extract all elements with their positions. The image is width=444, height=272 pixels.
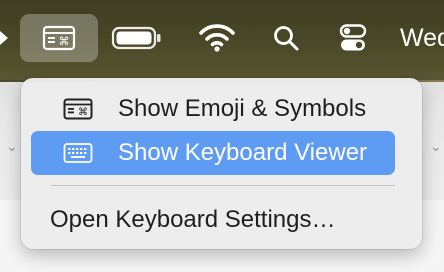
- menubar-clock[interactable]: Wed: [400, 14, 444, 62]
- svg-text:⌘: ⌘: [59, 35, 70, 48]
- menu-item-label: Show Emoji & Symbols: [118, 95, 367, 122]
- control-center-icon: [339, 24, 367, 51]
- menu-item-label: Open Keyboard Settings…: [50, 206, 336, 233]
- chevron-down-icon: ⌄: [6, 138, 18, 154]
- screen: ⌄ ⌄ ⌘ We ⌘ Show Emoji & Symbols Show Key…: [0, 0, 444, 272]
- menu-item-label: Show Keyboard Viewer: [118, 139, 368, 166]
- control-center-button[interactable]: [328, 14, 378, 62]
- input-menu-button[interactable]: ⌘: [20, 14, 98, 62]
- menu-bar: ⌘ We: [0, 0, 444, 80]
- arrow-icon: [0, 31, 8, 45]
- battery-status[interactable]: [108, 14, 166, 62]
- menu-item-show-emoji-symbols[interactable]: ⌘ Show Emoji & Symbols: [31, 87, 395, 131]
- search-icon: [274, 26, 299, 51]
- wifi-icon: [199, 24, 235, 52]
- emoji-symbols-icon: ⌘: [42, 25, 76, 51]
- battery-icon: [111, 26, 161, 50]
- clock-text: Wed: [400, 23, 444, 52]
- keyboard-icon: [63, 143, 93, 163]
- spotlight-button[interactable]: [263, 14, 309, 62]
- partial-menubar-icon[interactable]: [0, 14, 10, 62]
- wifi-menu[interactable]: [192, 14, 242, 62]
- input-sources-menu: ⌘ Show Emoji & Symbols Show Keyboard Vie…: [21, 78, 422, 249]
- svg-text:⌘: ⌘: [78, 107, 88, 118]
- chevron-down-icon: ⌄: [430, 138, 442, 154]
- menu-item-show-keyboard-viewer[interactable]: Show Keyboard Viewer: [31, 131, 395, 175]
- emoji-symbols-icon: ⌘: [63, 98, 93, 120]
- menu-separator: [51, 185, 395, 186]
- menu-item-open-keyboard-settings[interactable]: Open Keyboard Settings…: [31, 198, 395, 242]
